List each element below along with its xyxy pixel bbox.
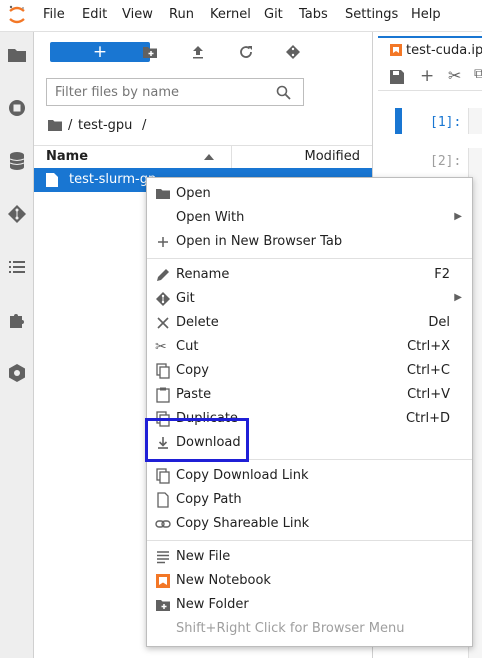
text-file-icon xyxy=(157,551,169,564)
menu-settings[interactable]: Settings xyxy=(345,7,398,22)
menu-copy-download-link[interactable]: Copy Download Link xyxy=(147,464,472,488)
download-highlight-box xyxy=(145,418,249,462)
git-icon[interactable] xyxy=(7,204,27,224)
link-icon xyxy=(155,520,171,528)
name-column-header[interactable]: Name xyxy=(46,149,88,164)
file-icon xyxy=(157,492,169,508)
extension-icon[interactable] xyxy=(7,310,27,330)
menu-new-notebook[interactable]: New Notebook xyxy=(147,569,472,593)
menu-open[interactable]: Open xyxy=(147,182,472,206)
add-icon xyxy=(158,237,168,247)
cut-cell-icon[interactable]: ✂ xyxy=(448,66,461,85)
menu-new-folder[interactable]: New Folder xyxy=(147,593,472,617)
menu-help[interactable]: Help xyxy=(411,7,441,22)
paste-icon xyxy=(156,387,170,403)
menu-tabs[interactable]: Tabs xyxy=(299,7,328,22)
menu-cut[interactable]: ✂ Cut Ctrl+X xyxy=(147,335,472,359)
left-sidebar xyxy=(0,32,34,658)
folder-icon xyxy=(156,189,170,199)
breadcrumb-folder[interactable]: test-gpu xyxy=(78,118,132,133)
submenu-arrow-icon: ▶ xyxy=(454,292,462,303)
jupyter-logo-icon xyxy=(9,5,25,24)
menu-delete[interactable]: Delete Del xyxy=(147,311,472,335)
file-name: test-slurm-gp xyxy=(69,172,157,187)
sort-caret-up-icon xyxy=(204,154,214,160)
menu-git[interactable]: Git xyxy=(264,7,283,22)
filter-input[interactable] xyxy=(53,84,277,101)
menu-new-file[interactable]: New File xyxy=(147,545,472,569)
menu-edit[interactable]: Edit xyxy=(82,7,107,22)
menu-open-with[interactable]: Open With ▶ xyxy=(147,206,472,230)
new-folder-icon[interactable] xyxy=(142,42,158,62)
copy-cell-icon[interactable]: ⧉ xyxy=(474,66,482,82)
menu-kernel[interactable]: Kernel xyxy=(210,7,251,22)
submenu-arrow-icon: ▶ xyxy=(454,211,462,222)
menu-copy-path[interactable]: Copy Path xyxy=(147,488,472,512)
cut-icon: ✂ xyxy=(155,339,167,355)
notebook-tab[interactable]: test-cuda.ipy xyxy=(378,36,482,64)
property-inspector-icon[interactable] xyxy=(7,363,27,383)
add-cell-icon[interactable]: + xyxy=(420,66,434,86)
menu-rename[interactable]: Rename F2 xyxy=(147,263,472,287)
search-icon xyxy=(276,85,291,100)
running-icon[interactable] xyxy=(7,98,27,118)
context-menu: Open Open With ▶ Open in New Browser Tab… xyxy=(146,177,473,647)
git-clone-icon[interactable] xyxy=(285,42,301,62)
menu-run[interactable]: Run xyxy=(169,7,194,22)
notebook-icon xyxy=(390,44,402,56)
menu-file[interactable]: File xyxy=(43,7,65,22)
breadcrumb-sep: / xyxy=(142,118,147,133)
save-icon[interactable] xyxy=(390,70,404,84)
copy-icon xyxy=(156,363,170,379)
file-icon xyxy=(46,173,58,187)
database-icon[interactable] xyxy=(7,151,27,171)
copy-icon xyxy=(156,468,170,484)
menu-open-new-tab[interactable]: Open in New Browser Tab xyxy=(147,230,472,254)
menubar: File Edit View Run Kernel Git Tabs Setti… xyxy=(0,0,482,32)
notebook-tab-title: test-cuda.ipy xyxy=(406,43,482,58)
table-of-contents-icon[interactable] xyxy=(7,257,27,277)
folder-icon[interactable] xyxy=(7,45,27,65)
menu-copy-shareable-link[interactable]: Copy Shareable Link xyxy=(147,512,472,536)
menu-view[interactable]: View xyxy=(122,7,153,22)
menu-browser-hint: Shift+Right Click for Browser Menu xyxy=(176,621,405,636)
refresh-icon[interactable] xyxy=(238,42,254,62)
new-folder-icon xyxy=(156,600,170,611)
notebook-icon xyxy=(156,574,170,588)
notebook-toolbar: + ✂ ⧉ xyxy=(378,64,482,91)
git-icon xyxy=(156,292,170,306)
menu-git[interactable]: Git ▶ xyxy=(147,287,472,311)
new-launcher-button[interactable]: + xyxy=(50,42,150,62)
modified-column-header[interactable]: Modified xyxy=(305,149,360,164)
breadcrumb-sep: / xyxy=(68,118,73,133)
edit-pencil-icon xyxy=(157,269,169,281)
file-filter[interactable] xyxy=(46,78,304,106)
menu-copy[interactable]: Copy Ctrl+C xyxy=(147,359,472,383)
upload-icon[interactable] xyxy=(190,42,206,62)
cell-prompt-1: [1]: xyxy=(430,115,462,130)
folder-home-icon[interactable] xyxy=(48,119,62,131)
cell-prompt-2: [2]: xyxy=(430,154,462,169)
close-icon xyxy=(157,317,169,329)
column-header: Name Modified xyxy=(34,145,372,169)
active-cell-indicator xyxy=(395,108,402,134)
menu-paste[interactable]: Paste Ctrl+V xyxy=(147,383,472,407)
